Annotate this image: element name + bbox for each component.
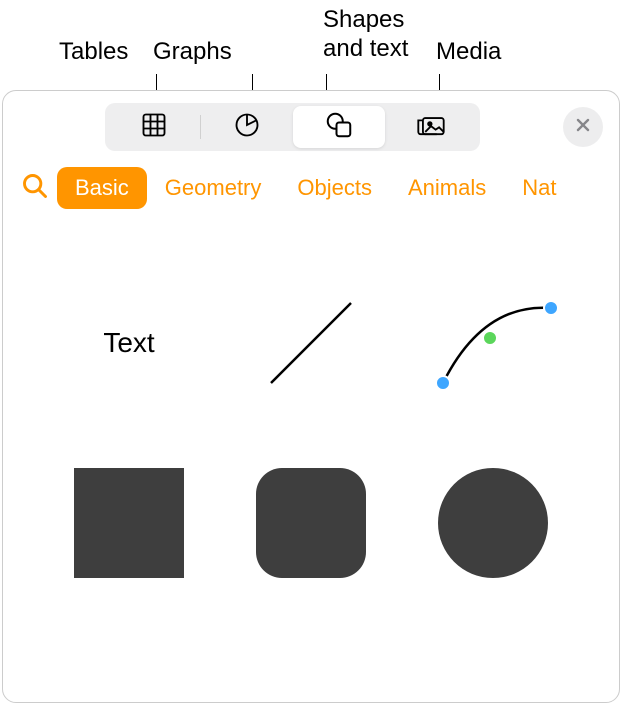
shape-line[interactable] <box>235 283 387 403</box>
tab-animals[interactable]: Animals <box>390 167 504 209</box>
shape-curve[interactable] <box>417 283 569 403</box>
curve-icon <box>423 283 563 403</box>
pie-chart-icon <box>233 111 261 144</box>
line-icon <box>256 288 366 398</box>
tab-objects[interactable]: Objects <box>279 167 390 209</box>
tab-basic[interactable]: Basic <box>57 167 147 209</box>
shape-text[interactable]: Text <box>53 283 205 403</box>
text-shape-label: Text <box>103 327 154 359</box>
tab-nature[interactable]: Nat <box>504 167 574 209</box>
callout-tables: Tables <box>59 38 128 66</box>
search-icon <box>21 172 49 205</box>
graphs-tab-button[interactable] <box>201 106 293 148</box>
search-button[interactable] <box>13 172 57 205</box>
shapes-grid: Text <box>3 223 619 643</box>
callout-graphs: Graphs <box>153 38 232 66</box>
square-icon <box>74 468 184 578</box>
circle-icon <box>438 468 548 578</box>
close-icon <box>575 117 591 138</box>
shapes-icon <box>324 110 354 145</box>
tables-tab-button[interactable] <box>108 106 200 148</box>
rounded-square-icon <box>256 468 366 578</box>
callout-shapes-text: Shapes and text <box>323 6 408 64</box>
media-tab-button[interactable] <box>385 106 477 148</box>
segmented-control <box>105 103 480 151</box>
close-button[interactable] <box>563 107 603 147</box>
callout-media: Media <box>436 38 501 66</box>
shape-rounded-square[interactable] <box>235 463 387 583</box>
media-icon <box>416 111 446 144</box>
insert-panel: Basic Geometry Objects Animals Nat Text <box>2 90 620 703</box>
shape-circle[interactable] <box>417 463 569 583</box>
callout-labels: Tables Graphs Shapes and text Media <box>0 0 622 90</box>
shapes-tab-button[interactable] <box>293 106 385 148</box>
category-tabs: Basic Geometry Objects Animals Nat <box>3 161 619 223</box>
toolbar <box>3 91 619 161</box>
table-icon <box>140 111 168 144</box>
tab-geometry[interactable]: Geometry <box>147 167 280 209</box>
shape-square[interactable] <box>53 463 205 583</box>
